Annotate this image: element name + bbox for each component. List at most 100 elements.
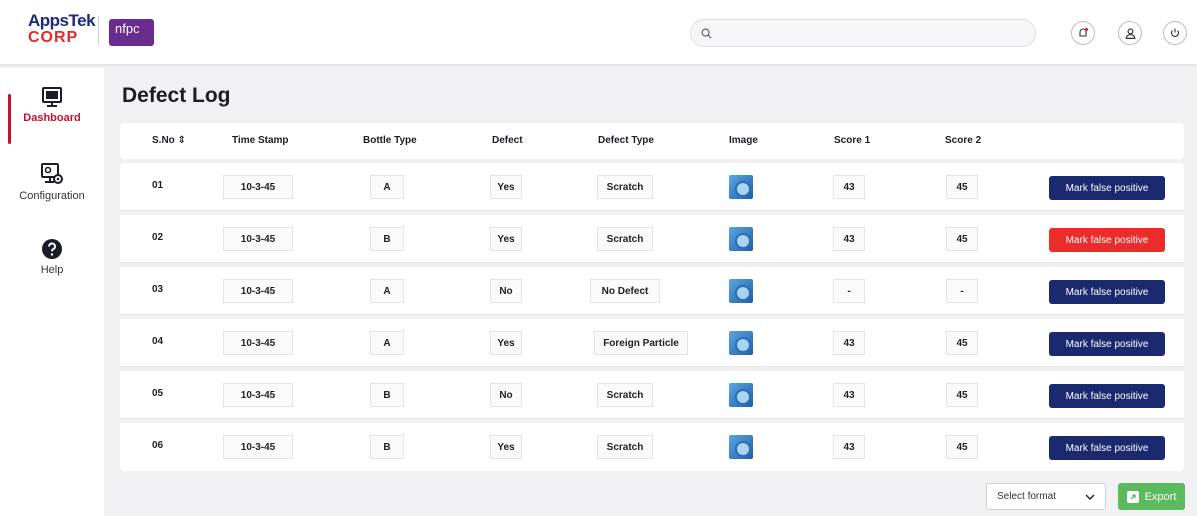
row-score2: 45 <box>946 175 978 199</box>
row-timestamp: 10-3-45 <box>223 227 293 251</box>
format-select[interactable]: Select format <box>986 483 1106 510</box>
table-row: 02 10-3-45 B Yes Scratch 43 45 Mark fals… <box>120 215 1184 263</box>
logo-divider <box>98 16 99 46</box>
page-title: Defect Log <box>122 84 231 107</box>
export-label: Export <box>1144 490 1177 503</box>
notification-button[interactable] <box>1071 21 1095 45</box>
row-score1: 43 <box>833 383 865 407</box>
appstek-logo-line1: AppsTek <box>28 11 96 30</box>
user-button[interactable] <box>1118 21 1142 45</box>
row-bottle-type: A <box>370 175 404 199</box>
column-header-sno[interactable]: S.No ⇕ <box>152 135 186 146</box>
row-score2: 45 <box>946 331 978 355</box>
column-header-defect: Defect <box>492 135 523 146</box>
row-score1: 43 <box>833 435 865 459</box>
column-header-defect-type: Defect Type <box>598 135 654 146</box>
row-sno: 04 <box>152 336 164 347</box>
row-defect: No <box>490 279 522 303</box>
sidebar-item-dashboard[interactable]: Dashboard <box>0 82 104 150</box>
row-defect: Yes <box>490 331 522 355</box>
mark-false-positive-button[interactable]: Mark false positive <box>1049 228 1165 252</box>
table-row: 03 10-3-45 A No No Defect - - Mark false… <box>120 267 1184 315</box>
row-score2: 45 <box>946 435 978 459</box>
row-defect-type: Foreign Particle <box>594 331 688 355</box>
user-icon <box>1125 27 1135 39</box>
defect-image-thumbnail[interactable] <box>729 175 753 199</box>
table-row: 04 10-3-45 A Yes Foreign Particle 43 45 … <box>120 319 1184 367</box>
chevron-down-icon <box>1085 494 1095 500</box>
mark-false-positive-button[interactable]: Mark false positive <box>1049 176 1165 200</box>
mark-false-positive-button[interactable]: Mark false positive <box>1049 280 1165 304</box>
defect-image-thumbnail[interactable] <box>729 383 753 407</box>
table-row: 06 10-3-45 B Yes Scratch 43 45 Mark fals… <box>120 423 1184 471</box>
table-row: 05 10-3-45 B No Scratch 43 45 Mark false… <box>120 371 1184 419</box>
row-timestamp: 10-3-45 <box>223 331 293 355</box>
row-sno: 01 <box>152 180 164 191</box>
row-timestamp: 10-3-45 <box>223 279 293 303</box>
sidebar-item-label: Help <box>40 264 64 276</box>
row-sno: 06 <box>152 440 164 451</box>
column-header-bottle-type: Bottle Type <box>363 135 417 146</box>
defect-image-thumbnail[interactable] <box>729 227 753 251</box>
row-defect-type: No Defect <box>590 279 660 303</box>
row-sno: 02 <box>152 232 164 243</box>
power-button[interactable] <box>1163 21 1187 45</box>
row-defect: No <box>490 383 522 407</box>
export-button[interactable]: Export <box>1118 483 1185 510</box>
row-score1: 43 <box>833 331 865 355</box>
sidebar: Dashboard Configuration Help <box>0 68 104 516</box>
row-bottle-type: B <box>370 227 404 251</box>
defect-image-thumbnail[interactable] <box>729 331 753 355</box>
row-defect: Yes <box>490 435 522 459</box>
sidebar-item-configuration[interactable]: Configuration <box>0 158 104 226</box>
export-icon <box>1126 490 1139 503</box>
row-bottle-type: B <box>370 435 404 459</box>
search-input[interactable] <box>718 26 1018 40</box>
row-bottle-type: A <box>370 331 404 355</box>
configuration-icon <box>41 163 63 184</box>
row-bottle-type: A <box>370 279 404 303</box>
help-icon <box>42 239 62 259</box>
mark-false-positive-button[interactable]: Mark false positive <box>1049 384 1165 408</box>
row-score2: 45 <box>946 383 978 407</box>
row-score1: 43 <box>833 227 865 251</box>
mark-false-positive-button[interactable]: Mark false positive <box>1049 332 1165 356</box>
nfpc-logo: nfpc <box>109 19 154 46</box>
dashboard-icon <box>42 87 62 107</box>
row-defect-type: Scratch <box>597 435 653 459</box>
search-bar[interactable] <box>690 19 1036 47</box>
row-sno: 03 <box>152 284 164 295</box>
defect-image-thumbnail[interactable] <box>729 279 753 303</box>
mark-false-positive-button[interactable]: Mark false positive <box>1049 436 1165 460</box>
appstek-logo-line2: CORP <box>28 29 79 46</box>
column-header-score1: Score 1 <box>834 135 871 146</box>
row-score2: 45 <box>946 227 978 251</box>
row-timestamp: 10-3-45 <box>223 435 293 459</box>
row-bottle-type: B <box>370 383 404 407</box>
row-timestamp: 10-3-45 <box>223 383 293 407</box>
column-header-image: Image <box>729 135 758 146</box>
row-defect: Yes <box>490 227 522 251</box>
appstek-logo[interactable]: AppsTek CORP <box>28 11 96 48</box>
top-header: AppsTek CORP nfpc <box>0 0 1197 66</box>
sidebar-item-label: Configuration <box>19 190 85 202</box>
notification-icon <box>1079 27 1089 37</box>
column-header-timestamp: Time Stamp <box>232 135 289 146</box>
table-header: S.No ⇕ Time Stamp Bottle Type Defect Def… <box>120 123 1184 159</box>
defect-image-thumbnail[interactable] <box>729 435 753 459</box>
row-defect-type: Scratch <box>597 383 653 407</box>
sidebar-item-label: Dashboard <box>23 112 81 124</box>
row-score1: - <box>833 279 865 303</box>
column-header-score2: Score 2 <box>945 135 982 146</box>
row-score1: 43 <box>833 175 865 199</box>
table-row: 01 10-3-45 A Yes Scratch 43 45 Mark fals… <box>120 163 1184 211</box>
row-sno: 05 <box>152 388 164 399</box>
power-icon <box>1170 28 1180 37</box>
search-icon <box>701 28 712 38</box>
sidebar-item-help[interactable]: Help <box>0 234 104 302</box>
row-score2: - <box>946 279 978 303</box>
row-defect-type: Scratch <box>597 227 653 251</box>
row-timestamp: 10-3-45 <box>223 175 293 199</box>
row-defect-type: Scratch <box>597 175 653 199</box>
format-select-label: Select format <box>997 491 1056 502</box>
